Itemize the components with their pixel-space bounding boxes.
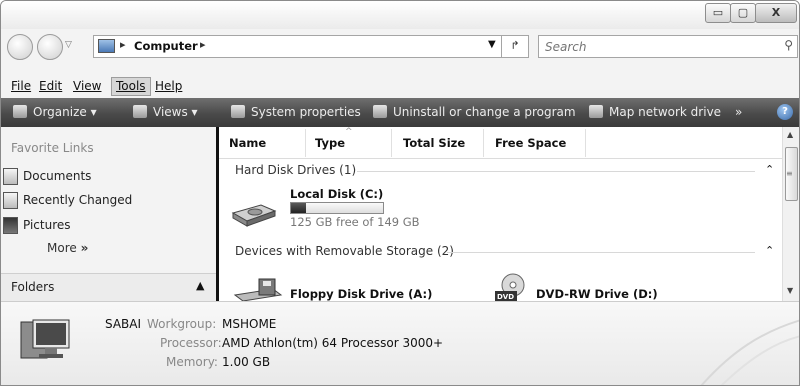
recent-icon — [3, 192, 18, 209]
map-drive-label: Map network drive — [609, 105, 722, 119]
group-header-removable[interactable]: Devices with Removable Storage (2) — [235, 244, 454, 258]
explorer-window: ▭ ▢ X ▽ ▸ Computer ▸ ▼ ↱ ⚲ File Edit Vie… — [0, 0, 800, 386]
processor-label: Processor: — [160, 336, 222, 350]
menu-tools[interactable]: Tools — [111, 77, 151, 96]
map-drive-icon — [589, 105, 603, 118]
organize-icon — [13, 105, 27, 118]
address-bar[interactable]: ▸ Computer ▸ ▼ — [93, 35, 515, 58]
decorative-swoosh — [700, 319, 799, 385]
group-divider — [447, 252, 755, 253]
more-links-button[interactable]: More » — [47, 241, 88, 255]
favorite-item-documents[interactable]: Documents — [3, 168, 92, 185]
disk-usage-fill — [291, 203, 306, 213]
uninstall-label: Uninstall or change a program — [393, 105, 576, 119]
views-button[interactable]: Views ▾ — [133, 105, 198, 119]
command-bar: Organize ▾ Views ▾ System properties Uni… — [1, 98, 799, 127]
details-pane: SABAI Workgroup: MSHOME Processor: AMD A… — [1, 301, 799, 385]
overflow-chevron-icon[interactable]: » — [735, 105, 742, 119]
breadcrumb-separator-icon[interactable]: ▸ — [120, 38, 126, 51]
file-list: Name Type ^ Total Size Free Space Hard D… — [219, 127, 782, 301]
breadcrumb-computer[interactable]: Computer — [134, 39, 198, 53]
column-divider[interactable] — [305, 129, 306, 157]
chevron-up-icon: ▲ — [196, 279, 205, 292]
collapse-group-icon[interactable]: ⌃ — [765, 163, 774, 176]
column-divider[interactable] — [483, 129, 484, 157]
folders-toggle[interactable]: Folders ▲ — [1, 273, 216, 302]
disk-free-space: 125 GB free of 149 GB — [290, 215, 420, 229]
column-divider[interactable] — [391, 129, 392, 157]
scroll-grip-icon: ≡ — [786, 169, 793, 178]
favorite-item-pictures[interactable]: Pictures — [3, 217, 71, 234]
column-total-size[interactable]: Total Size — [403, 136, 465, 150]
computer-monitor-icon — [20, 319, 70, 359]
computer-icon — [98, 39, 115, 53]
breadcrumb-separator-icon[interactable]: ▸ — [200, 38, 206, 51]
collapse-group-icon[interactable]: ⌃ — [765, 244, 774, 257]
uninstall-icon — [373, 105, 387, 118]
map-network-drive-button[interactable]: Map network drive — [589, 105, 721, 119]
back-button[interactable] — [7, 34, 33, 60]
memory-label: Memory: — [166, 355, 218, 369]
sort-ascending-icon: ^ — [345, 127, 353, 137]
views-label: Views — [153, 105, 188, 119]
workgroup-value: MSHOME — [222, 317, 277, 331]
dvd-drive-name[interactable]: DVD-RW Drive (D:) — [536, 287, 658, 301]
menu-help[interactable]: Help — [155, 79, 182, 93]
system-properties-label: System properties — [251, 105, 361, 119]
favorite-item-recently-changed[interactable]: Recently Changed — [3, 192, 133, 209]
pictures-icon — [3, 217, 18, 234]
system-properties-icon — [231, 105, 245, 118]
menu-file[interactable]: File — [11, 79, 31, 93]
vertical-scrollbar[interactable]: ▲ ≡ ▼ — [782, 127, 799, 301]
local-disk-name[interactable]: Local Disk (C:) — [290, 187, 383, 201]
column-header-row: Name Type ^ Total Size Free Space — [219, 127, 782, 159]
menu-edit[interactable]: Edit — [39, 79, 62, 93]
favorite-label: Pictures — [23, 218, 71, 232]
floppy-drive-icon[interactable] — [233, 277, 283, 301]
minimize-button[interactable]: ▭ — [705, 3, 731, 23]
dvd-drive-icon[interactable]: DVD — [491, 273, 531, 301]
processor-value: AMD Athlon(tm) 64 Processor 3000+ — [222, 336, 444, 350]
scroll-down-icon[interactable]: ▼ — [787, 286, 793, 295]
column-free-space[interactable]: Free Space — [495, 136, 566, 150]
documents-icon — [3, 168, 18, 185]
column-type[interactable]: Type — [315, 136, 345, 150]
chevron-down-icon[interactable]: ▼ — [488, 39, 496, 50]
folders-label: Folders — [11, 280, 55, 294]
search-input[interactable] — [543, 37, 767, 56]
maximize-button[interactable]: ▢ — [730, 3, 756, 23]
organize-label: Organize — [33, 105, 87, 119]
search-box[interactable]: ⚲ — [538, 35, 798, 58]
group-header-hard-disks[interactable]: Hard Disk Drives (1) — [235, 163, 356, 177]
more-label: More — [47, 241, 77, 255]
favorite-label: Documents — [23, 169, 92, 183]
search-icon[interactable]: ⚲ — [784, 38, 793, 52]
favorite-links-heading: Favorite Links — [11, 141, 94, 155]
navigation-pane: Favorite Links Documents Recently Change… — [1, 127, 216, 302]
memory-value: 1.00 GB — [222, 355, 271, 369]
close-button[interactable]: X — [755, 3, 797, 23]
system-properties-button[interactable]: System properties — [231, 105, 361, 119]
uninstall-program-button[interactable]: Uninstall or change a program — [373, 105, 576, 119]
dvd-badge: DVD — [497, 293, 514, 301]
computer-name: SABAI — [105, 317, 142, 331]
help-icon[interactable]: ? — [777, 104, 793, 120]
workgroup-label: Workgroup: — [147, 317, 217, 331]
disk-usage-bar — [290, 202, 384, 214]
organize-button[interactable]: Organize ▾ — [13, 105, 97, 119]
forward-button[interactable] — [37, 34, 63, 60]
menu-bar: File Edit View Tools Help — [1, 76, 799, 96]
floppy-drive-name[interactable]: Floppy Disk Drive (A:) — [290, 287, 432, 301]
refresh-button[interactable]: ↱ — [501, 35, 529, 58]
scroll-up-icon[interactable]: ▲ — [787, 130, 793, 139]
views-icon — [133, 105, 147, 118]
group-divider — [357, 171, 755, 172]
column-name[interactable]: Name — [229, 136, 266, 150]
column-divider[interactable] — [585, 129, 586, 157]
menu-view[interactable]: View — [73, 79, 101, 93]
title-bar: ▭ ▢ X — [1, 1, 799, 29]
local-disk-icon[interactable] — [231, 199, 277, 227]
favorite-label: Recently Changed — [23, 193, 133, 207]
recent-pages-dropdown-icon[interactable]: ▽ — [65, 40, 72, 50]
